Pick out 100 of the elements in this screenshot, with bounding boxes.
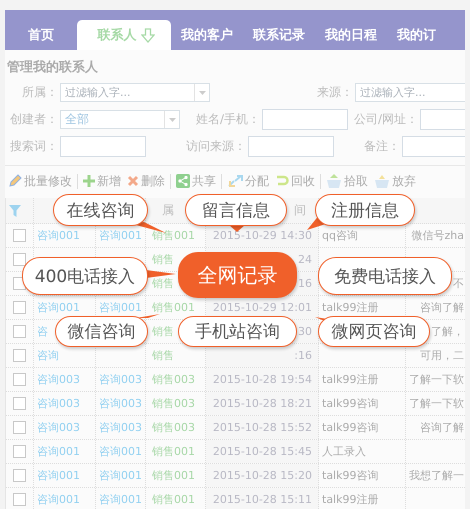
table-cell: 咨 bbox=[37, 324, 48, 339]
table-cell: talk99注册 bbox=[322, 300, 378, 315]
table-cell: 了解一下软 bbox=[409, 396, 464, 411]
checkbox[interactable] bbox=[13, 253, 26, 266]
basket-icon bbox=[326, 174, 342, 188]
checkbox[interactable] bbox=[13, 373, 26, 386]
toolbar-button[interactable]: 回收 bbox=[274, 172, 316, 190]
table-cell: 咨询001 bbox=[37, 492, 80, 507]
field-label: 来源： bbox=[316, 84, 354, 101]
nav-tab[interactable]: 我的日程 bbox=[315, 20, 387, 50]
text-field[interactable] bbox=[60, 136, 146, 157]
table-cell: 微信号zha bbox=[412, 228, 464, 243]
field-label: 访问来源： bbox=[185, 138, 247, 155]
table-cell: 销售 bbox=[152, 348, 174, 363]
callout-bubble: 微网页咨询 bbox=[318, 316, 430, 347]
table-cell: 咨询001 bbox=[99, 492, 142, 507]
callout-bubble: 留言信息 bbox=[185, 194, 287, 226]
table-cell: 销售003 bbox=[152, 372, 195, 387]
checkbox[interactable] bbox=[13, 493, 26, 506]
column-header: 间 bbox=[294, 202, 306, 219]
table-cell: 2015-10-29 12:01 bbox=[212, 301, 312, 314]
table-cell: talk99注册 bbox=[322, 492, 378, 507]
pencil-icon bbox=[8, 174, 22, 188]
toolbar-button[interactable]: 删除 bbox=[126, 172, 166, 190]
table-cell: 咨询003 bbox=[99, 396, 142, 411]
toolbar-button[interactable]: 批量修改 bbox=[7, 172, 73, 190]
text-field[interactable] bbox=[402, 136, 465, 157]
table-cell: 咨询003 bbox=[37, 396, 80, 411]
table-cell: 2015-10-28 15:52 bbox=[212, 421, 312, 434]
callout-bubble: 免费电话接入 bbox=[318, 257, 452, 295]
nav-tab[interactable]: 我的订 bbox=[387, 20, 446, 50]
down-arrow-icon bbox=[140, 28, 154, 42]
share-icon bbox=[176, 174, 190, 188]
table-cell: 咨询001 bbox=[37, 228, 80, 243]
callout-bubble: 400电话接入 bbox=[22, 257, 148, 295]
table-cell: 2015-10-28 15:20 bbox=[212, 469, 312, 482]
table-cell: 了解一下软 bbox=[409, 372, 464, 387]
table-cell: 咨询003 bbox=[99, 420, 142, 435]
table-cell: 销售 bbox=[152, 252, 174, 267]
field-label: 备注： bbox=[363, 138, 401, 155]
dropdown-field[interactable]: 过滤输入字... bbox=[355, 83, 465, 102]
checkbox[interactable] bbox=[13, 229, 26, 242]
checkbox[interactable] bbox=[13, 277, 26, 290]
table-cell: 咨询003 bbox=[37, 420, 80, 435]
filter-icon bbox=[9, 204, 21, 216]
table-cell: 16 bbox=[298, 277, 312, 290]
text-field[interactable] bbox=[262, 109, 348, 130]
toolbar-button[interactable]: 分配 bbox=[226, 172, 270, 190]
field-label: 姓名/手机： bbox=[194, 111, 261, 128]
table-cell: 咨询了解 bbox=[420, 300, 464, 315]
callout-bubble: 注册信息 bbox=[315, 194, 415, 226]
table-cell: 了解， bbox=[431, 324, 464, 339]
table-cell: 咨询003 bbox=[37, 372, 80, 387]
dropdown-field[interactable]: 过滤输入字... bbox=[60, 83, 210, 102]
checkbox[interactable] bbox=[13, 325, 26, 338]
callout-bubble: 在线咨询 bbox=[53, 194, 148, 226]
dropdown-field[interactable]: 全部 bbox=[60, 110, 180, 129]
table-cell: talk99咨询 bbox=[322, 396, 378, 411]
table-cell: talk99注册 bbox=[322, 372, 378, 387]
plus-icon bbox=[83, 175, 95, 187]
table-cell: 咨询001 bbox=[99, 228, 142, 243]
table-cell: 人工录入 bbox=[322, 444, 366, 459]
toolbar-button[interactable]: 新增 bbox=[82, 172, 122, 190]
text-field[interactable] bbox=[248, 136, 334, 157]
table-cell: 咨询001 bbox=[37, 468, 80, 483]
table-cell: 销售001 bbox=[152, 444, 195, 459]
checkbox[interactable] bbox=[13, 445, 26, 458]
toolbar-button[interactable]: 放弃 bbox=[373, 172, 417, 190]
nav-tab[interactable]: 联系人 bbox=[77, 20, 171, 50]
toolbar-button[interactable]: 拾取 bbox=[325, 172, 369, 190]
table-cell: 销售 bbox=[152, 276, 174, 291]
table-cell: talk99咨询 bbox=[322, 468, 378, 483]
table-cell: 2015-10-28 18:21 bbox=[212, 397, 312, 410]
table-cell: talk99咨询 bbox=[322, 420, 378, 435]
checkbox[interactable] bbox=[13, 469, 26, 482]
toolbar-button[interactable]: 共享 bbox=[175, 172, 217, 190]
nav-tab[interactable]: 首页 bbox=[5, 20, 77, 50]
table-cell: 30 bbox=[298, 325, 312, 338]
column-header: 属 bbox=[162, 202, 174, 219]
nav-tab[interactable]: 我的客户 bbox=[171, 20, 243, 50]
table-cell: 咨询001 bbox=[37, 300, 80, 315]
basket-icon bbox=[374, 174, 390, 188]
table-cell: :16 bbox=[294, 349, 312, 362]
callout-pointer bbox=[146, 270, 176, 278]
table-cell: 销售001 bbox=[152, 492, 195, 507]
checkbox[interactable] bbox=[13, 397, 26, 410]
arrows-icon bbox=[227, 174, 243, 188]
table-cell: 咨询001 bbox=[99, 300, 142, 315]
table-cell: 2015-10-28 19:54 bbox=[212, 373, 312, 386]
checkbox[interactable] bbox=[13, 421, 26, 434]
field-label: 搜索词： bbox=[9, 138, 59, 155]
nav-tab[interactable]: 联系记录 bbox=[243, 20, 315, 50]
field-label: 创建者： bbox=[9, 111, 59, 128]
callout-bubble: 微信咨询 bbox=[55, 316, 148, 347]
cross-icon bbox=[127, 175, 139, 187]
checkbox[interactable] bbox=[13, 349, 26, 362]
callout-bubble: 全网记录 bbox=[178, 252, 297, 298]
table-cell: 不 bbox=[453, 276, 464, 291]
callout-bubble: 手机站咨询 bbox=[178, 316, 297, 347]
checkbox[interactable] bbox=[13, 301, 26, 314]
